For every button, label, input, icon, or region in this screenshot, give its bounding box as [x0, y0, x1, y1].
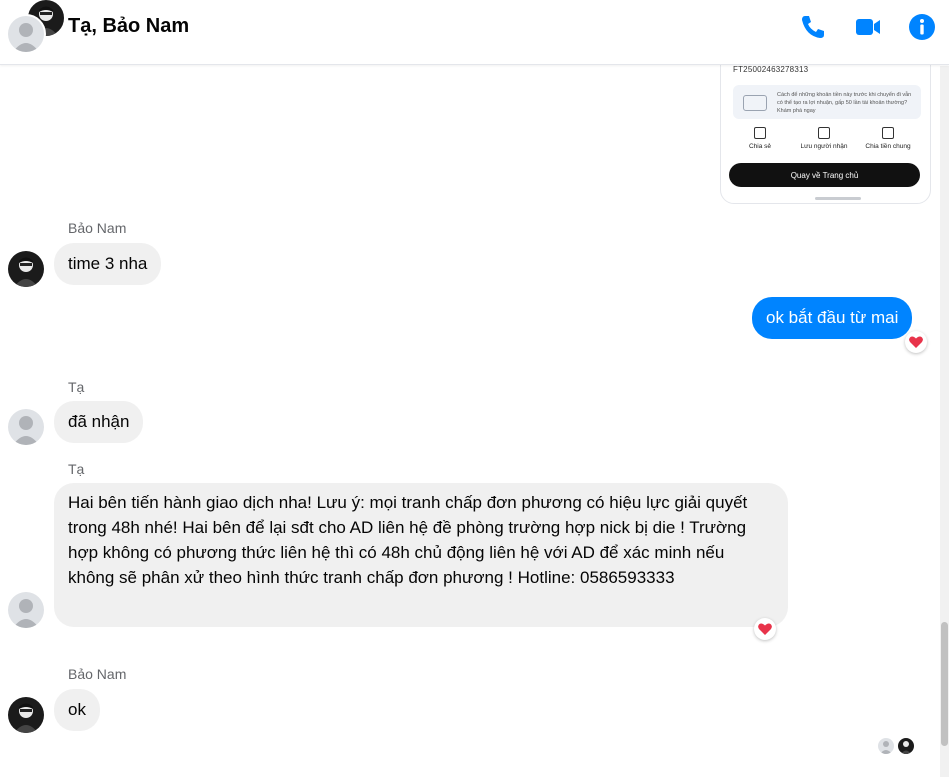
- promo-box: Cách để những khoản tiền này trước khi c…: [733, 85, 921, 119]
- heart-icon: [909, 336, 923, 348]
- sender-name: Bảo Nam: [68, 220, 127, 236]
- heart-icon: [758, 623, 772, 635]
- split-money-action: Chia tiền chung: [855, 127, 921, 150]
- seen-avatar-ta: [878, 738, 894, 754]
- document-icon: [818, 127, 830, 139]
- share-icon: [754, 127, 766, 139]
- avatar-bao-nam[interactable]: [8, 251, 44, 287]
- heart-reaction[interactable]: [754, 618, 776, 640]
- image-attachment[interactable]: FT25002463278313 Cách để những khoản tiề…: [720, 50, 931, 204]
- scrollbar[interactable]: [940, 66, 949, 777]
- message-bubble[interactable]: time 3 nha: [54, 243, 162, 285]
- group-avatar[interactable]: [6, 0, 66, 56]
- heart-reaction[interactable]: [905, 331, 927, 353]
- message-bubble[interactable]: Hai bên tiến hành giao dịch nha! Lưu ý: …: [54, 483, 788, 627]
- save-recipient-action: Lưu người nhận: [791, 127, 857, 150]
- money-icon: [743, 95, 767, 111]
- scrollbar-thumb[interactable]: [941, 622, 948, 746]
- message-bubble-outgoing[interactable]: ok bắt đầu từ mai: [752, 297, 913, 339]
- home-indicator: [815, 197, 861, 200]
- sender-name: Tạ: [68, 379, 85, 395]
- video-call-icon[interactable]: [853, 12, 883, 42]
- avatar-ta[interactable]: [8, 592, 44, 628]
- home-button: Quay về Trang chủ: [729, 163, 920, 187]
- promo-text: Cách để những khoản tiền này trước khi c…: [777, 92, 912, 114]
- avatar-ta: [6, 14, 46, 54]
- phone-icon[interactable]: [798, 12, 828, 42]
- chat-header: Tạ, Bảo Nam: [0, 0, 949, 65]
- share-action: Chia sẻ: [727, 127, 793, 150]
- seen-avatar-bao-nam: [898, 738, 914, 754]
- sender-name: Tạ: [68, 461, 85, 477]
- avatar-ta[interactable]: [8, 409, 44, 445]
- sender-name: Bảo Nam: [68, 666, 127, 682]
- message-bubble[interactable]: ok: [54, 689, 100, 731]
- conversation-title[interactable]: Tạ, Bảo Nam: [68, 15, 189, 38]
- split-icon: [882, 127, 894, 139]
- info-icon[interactable]: [907, 12, 937, 42]
- message-bubble[interactable]: đã nhận: [54, 401, 144, 443]
- avatar-bao-nam[interactable]: [8, 697, 44, 733]
- transaction-code: FT25002463278313: [733, 65, 809, 74]
